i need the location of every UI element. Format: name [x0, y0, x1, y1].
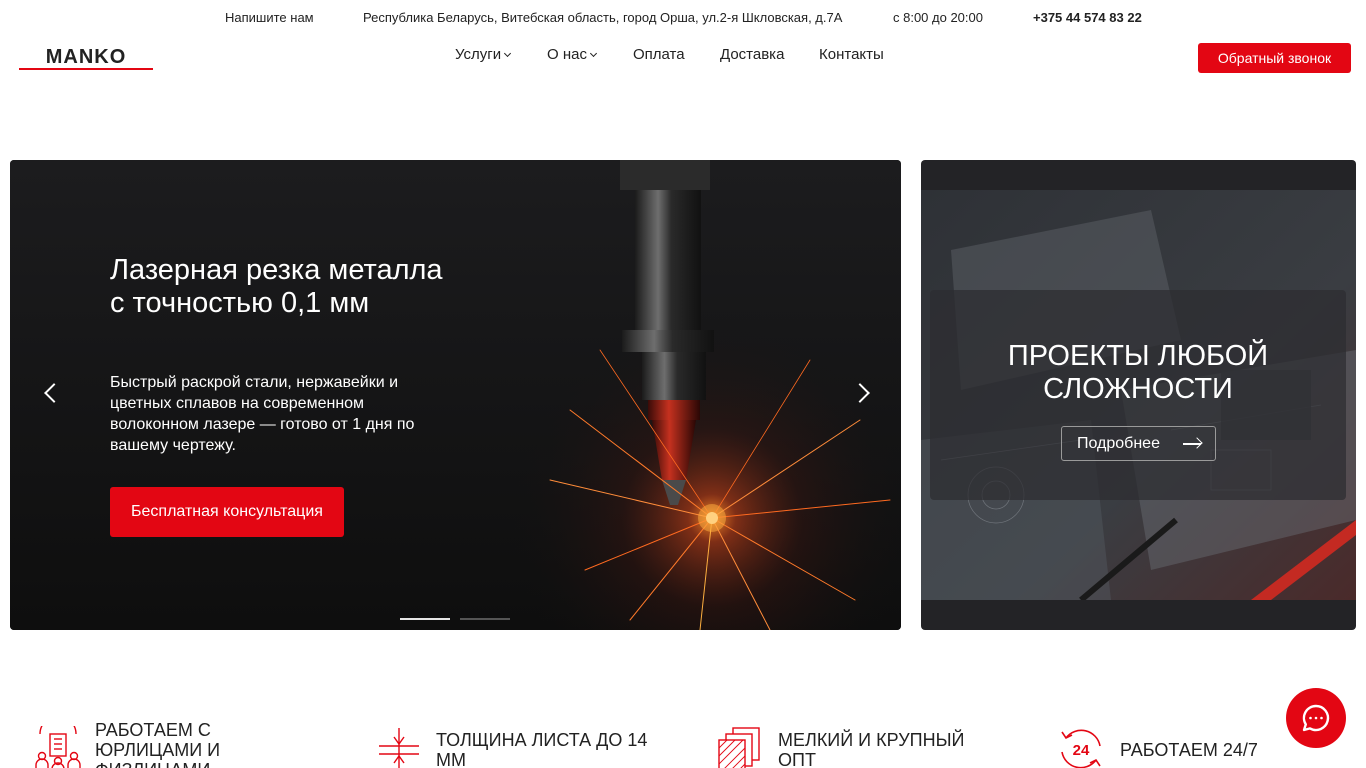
clock-24-icon: 24	[1061, 729, 1101, 768]
promo-title: ПРОЕКТЫ ЛЮБОЙ СЛОЖНОСТИ	[1007, 340, 1269, 405]
write-us-link[interactable]: Напишите нам	[225, 10, 314, 25]
sheet-thickness-icon	[379, 728, 419, 768]
hero-title: Лазерная резка металла с точностью 0,1 м…	[110, 254, 443, 319]
feature-text: Работаем с юрлицами и физлицами	[95, 720, 221, 768]
promo-overlay: ПРОЕКТЫ ЛЮБОЙ СЛОЖНОСТИ Подробнее	[930, 290, 1346, 500]
slider-dot-active[interactable]	[400, 618, 450, 620]
main-nav: Услуги О нас Оплата Доставка Контакты	[0, 46, 1366, 68]
chevron-down-icon	[589, 49, 598, 58]
address-text: Республика Беларусь, Витебская область, …	[363, 10, 843, 25]
nav-item-contacts[interactable]: Контакты	[819, 46, 884, 63]
more-button-label: Подробнее	[1077, 435, 1160, 452]
stacked-sheets-icon	[718, 727, 760, 768]
callback-button[interactable]: Обратный звонок	[1198, 43, 1351, 73]
feature-text: Работаем 24/7	[1120, 740, 1258, 760]
office-people-icon	[35, 726, 81, 768]
working-hours: с 8:00 до 20:00	[893, 10, 983, 25]
projects-promo-card: ПРОЕКТЫ ЛЮБОЙ СЛОЖНОСТИ Подробнее	[921, 160, 1356, 630]
nav-item-payment[interactable]: Оплата	[633, 46, 685, 63]
chevron-down-icon	[504, 49, 512, 58]
free-consultation-button[interactable]: Бесплатная консультация	[110, 487, 344, 537]
hero-description: Быстрый раскрой стали, нержавейки и цвет…	[110, 374, 415, 454]
top-info-bar: Напишите нам Республика Беларусь, Витебс…	[0, 0, 1366, 36]
svg-text:24: 24	[1073, 742, 1090, 759]
feature-text: Толщина листа до 14 мм	[436, 730, 648, 768]
phone-link[interactable]: +375 44 574 83 22	[1033, 10, 1142, 25]
nav-item-label: О нас	[547, 46, 587, 63]
chat-button[interactable]	[1286, 688, 1346, 748]
nav-item-delivery[interactable]: Доставка	[720, 46, 784, 63]
nav-item-services[interactable]: Услуги	[455, 46, 512, 63]
nav-item-about[interactable]: О нас	[547, 46, 598, 63]
chat-bubble-icon	[1302, 704, 1330, 732]
arrow-right-icon	[1183, 443, 1201, 445]
feature-text: Мелкий и крупный опт	[778, 730, 965, 768]
nav-item-label: Услуги	[455, 46, 502, 63]
slider-dot[interactable]	[460, 618, 510, 620]
more-button[interactable]: Подробнее	[1061, 426, 1216, 461]
hero-slider: Лазерная резка металла с точностью 0,1 м…	[10, 160, 901, 630]
